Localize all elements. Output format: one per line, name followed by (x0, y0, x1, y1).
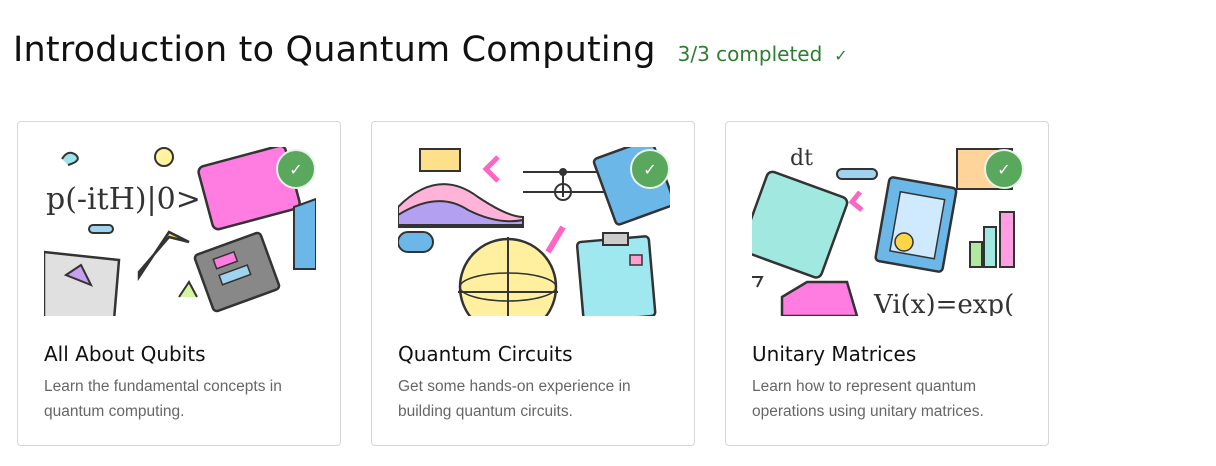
course-header: Introduction to Quantum Computing 3/3 co… (13, 30, 848, 70)
completed-badge: ✓ (984, 149, 1024, 189)
lesson-card-qubits[interactable]: p(-itH)|0> ✓ All About Qubits Learn the … (17, 121, 341, 446)
check-icon: ✓ (834, 46, 848, 65)
lesson-description: Learn how to represent quantum operation… (752, 378, 984, 420)
lesson-illustration: dt Vi(x)=exp( ✓ (752, 147, 1024, 316)
lesson-title: All About Qubits (44, 342, 206, 366)
completed-badge: ✓ (276, 149, 316, 189)
checkmark-icon: ✓ (643, 159, 657, 179)
lesson-illustration: p(-itH)|0> ✓ (44, 147, 316, 316)
formula-text: p(-itH)|0> (46, 182, 201, 217)
progress-text: 3/3 completed (677, 42, 823, 66)
checkmark-icon: ✓ (289, 159, 303, 179)
formula-text: Vi(x)=exp( (873, 290, 1014, 316)
lesson-description: Get some hands-on experience in building… (398, 378, 631, 420)
lesson-title: Quantum Circuits (398, 342, 573, 366)
progress-status: 3/3 completed ✓ (678, 42, 848, 66)
lesson-illustration: ✓ (398, 147, 670, 316)
lesson-description: Learn the fundamental concepts in quantu… (44, 378, 282, 420)
checkmark-icon: ✓ (997, 159, 1011, 179)
lesson-card-unitary[interactable]: dt Vi(x)=exp( ✓ Unitary Matrices Learn h… (725, 121, 1049, 446)
svg-text:dt: dt (790, 147, 813, 171)
lesson-card-circuits[interactable]: ✓ Quantum Circuits Get some hands-on exp… (371, 121, 695, 446)
lesson-title: Unitary Matrices (752, 342, 917, 366)
completed-badge: ✓ (630, 149, 670, 189)
page-title: Introduction to Quantum Computing (13, 30, 656, 70)
